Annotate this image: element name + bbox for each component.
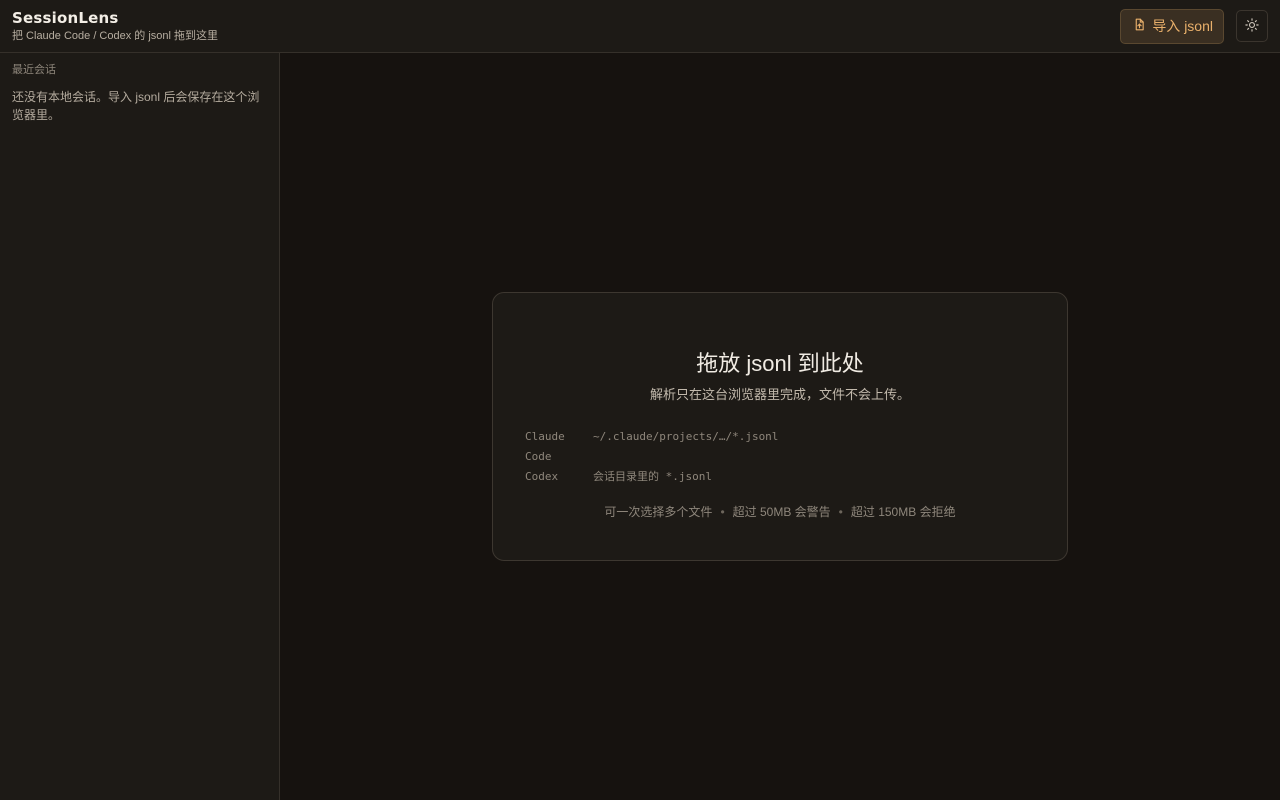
app-root: SessionLens 把 Claude Code / Codex 的 json… — [0, 0, 1280, 800]
main-area: 拖放 jsonl 到此处 解析只在这台浏览器里完成，文件不会上传。 Claude… — [280, 53, 1280, 800]
import-button-label: 导入 jsonl — [1152, 18, 1213, 34]
top-bar: SessionLens 把 Claude Code / Codex 的 json… — [0, 0, 1280, 53]
dropzone-title: 拖放 jsonl 到此处 — [696, 351, 864, 376]
dropzone-subtitle: 解析只在这台浏览器里完成，文件不会上传。 — [649, 387, 910, 402]
limits-note: 可一次选择多个文件 • 超过 50MB 会警告 • 超过 150MB 会拒绝 — [604, 503, 955, 520]
source-path-row: Codex 会话目录里的 *.jsonl — [525, 467, 778, 487]
source-tool: Claude Code — [525, 430, 565, 463]
app-title: SessionLens — [12, 9, 119, 27]
sun-icon — [1245, 17, 1259, 35]
theme-toggle-button[interactable] — [1236, 10, 1268, 42]
source-tool: Codex — [525, 470, 559, 483]
source-path: ~/.claude/projects/…/*.jsonl — [593, 430, 779, 443]
note-separator: • — [720, 504, 725, 519]
import-jsonl-button[interactable]: 导入 jsonl — [1120, 8, 1224, 44]
header-actions: 导入 jsonl — [1120, 8, 1268, 44]
sidebar: 最近会话 还没有本地会话。导入 jsonl 后会保存在这个浏览器里。 — [0, 53, 280, 800]
source-path: 会话目录里的 *.jsonl — [593, 470, 712, 483]
file-import-icon — [1133, 18, 1146, 34]
workspace: 最近会话 还没有本地会话。导入 jsonl 后会保存在这个浏览器里。 拖放 js… — [0, 53, 1280, 800]
note-size-warning: 超过 50MB 会警告 — [732, 505, 831, 519]
empty-sessions-message: 还没有本地会话。导入 jsonl 后会保存在这个浏览器里。 — [12, 90, 260, 122]
note-size-reject: 超过 150MB 会拒绝 — [850, 505, 956, 519]
file-dropzone[interactable]: 拖放 jsonl 到此处 解析只在这台浏览器里完成，文件不会上传。 Claude… — [492, 292, 1068, 561]
app-subtitle: 把 Claude Code / Codex 的 jsonl 拖到这里 — [12, 30, 219, 42]
note-multi-select: 可一次选择多个文件 — [604, 505, 713, 519]
source-path-row: Claude Code ~/.claude/projects/…/*.jsonl — [525, 427, 778, 467]
recent-sessions-heading: 最近会话 — [12, 64, 56, 76]
brand: SessionLens 把 Claude Code / Codex 的 json… — [12, 9, 218, 43]
note-separator: • — [838, 504, 843, 519]
source-paths: Claude Code ~/.claude/projects/…/*.jsonl… — [525, 427, 778, 487]
